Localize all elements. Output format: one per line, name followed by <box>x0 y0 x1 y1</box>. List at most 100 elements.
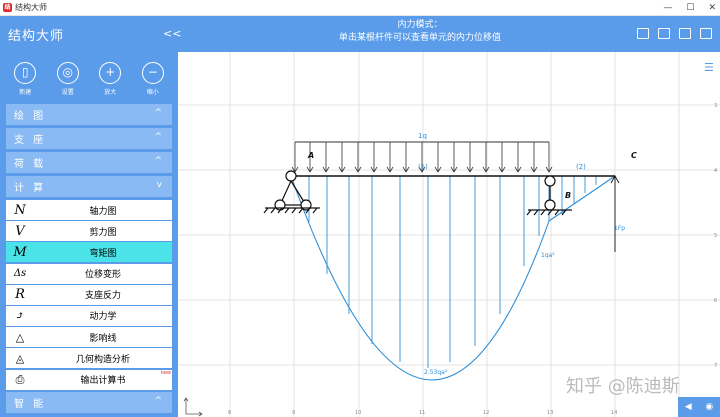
section-load[interactable]: 荷 载 ^ <box>6 152 172 173</box>
x-tick-label: 13 <box>547 410 553 416</box>
menu-item-label: 弯矩图 <box>89 248 117 259</box>
chevron-up-icon: ^ <box>154 156 162 166</box>
x-tick-label: 12 <box>483 410 489 416</box>
dynamics-icon: ⤴ <box>15 309 25 323</box>
graduation-cap-icon[interactable] <box>658 28 670 39</box>
section-support[interactable]: 支 座 ^ <box>6 128 172 149</box>
x-tick-label: 10 <box>355 410 361 416</box>
moment-line-cantilever <box>548 175 616 222</box>
section-support-label: 支 座 <box>14 135 47 146</box>
volume-icon[interactable]: ◀ <box>685 402 692 412</box>
zoom-out-icon: − <box>141 62 164 84</box>
drawing-canvas[interactable]: 8 9 10 11 12 13 14 3 4 5 6 7 1q A B C (1… <box>178 52 720 417</box>
zoom-out-label: 缩小 <box>146 89 159 96</box>
toolbar: ▯ 新建 ◎ 设置 + 放大 − 缩小 <box>0 52 178 104</box>
maximize-button[interactable]: ☐ <box>686 3 694 13</box>
grid <box>178 52 720 417</box>
chevron-up-icon: ^ <box>154 132 162 142</box>
menu-item-label: 轴力图 <box>89 206 117 217</box>
close-button[interactable]: ✕ <box>708 3 716 13</box>
collapse-sidebar-button[interactable]: << <box>163 27 181 40</box>
shear-force-icon: V <box>15 223 25 239</box>
influence-line-icon: △ <box>15 330 25 344</box>
menu-influence-line[interactable]: △ 影响线 <box>6 327 172 348</box>
settings-icon: ◎ <box>56 62 79 84</box>
app-logo-icon: 结 <box>3 3 12 12</box>
structure-diagram[interactable]: 8 9 10 11 12 13 14 3 4 5 6 7 1q A B C (1… <box>178 52 720 417</box>
settings-button[interactable]: ◎ 设置 <box>50 62 86 104</box>
new-label: 新建 <box>19 89 32 96</box>
element-1-label: (1) <box>418 163 428 171</box>
chevron-up-icon: ^ <box>154 108 162 118</box>
section-calc[interactable]: 计 算 v <box>6 176 172 197</box>
y-tick-label: 4 <box>714 168 717 174</box>
section-draw-label: 绘 图 <box>14 111 47 122</box>
y-tick-label: 5 <box>714 233 717 239</box>
watermark: 知乎 @陈迪斯 <box>566 376 680 397</box>
distributed-load-label: 1q <box>418 132 427 140</box>
app-header: 结构大师 << 内力模式： 单击某根杆件可以查看单元的内力位移值 <box>0 16 720 52</box>
minimize-button[interactable]: — <box>663 3 672 13</box>
chevron-down-icon: v <box>156 180 162 190</box>
node-c-label: C <box>631 151 637 160</box>
mode-title: 内力模式： 单击某根杆件可以查看单元的内力位移值 <box>180 19 660 45</box>
menu-item-label: 剪力图 <box>89 227 117 238</box>
node-b-label: B <box>565 191 571 200</box>
menu-axial-force[interactable]: N 轴力图 <box>6 200 172 220</box>
section-draw[interactable]: 绘 图 ^ <box>6 104 172 125</box>
point-load[interactable] <box>610 175 620 252</box>
zoom-out-button[interactable]: − 缩小 <box>135 62 171 104</box>
menu-dynamics[interactable]: ⤴ 动力学 <box>6 305 172 326</box>
y-tick-label: 7 <box>714 363 717 369</box>
section-smart[interactable]: 智 能 ^ <box>6 391 172 413</box>
menu-item-label: 输出计算书 <box>80 376 126 386</box>
moment-curve <box>290 175 550 381</box>
origin-axes-icon <box>183 397 203 417</box>
node-a-label: A <box>307 151 314 160</box>
zoom-in-button[interactable]: + 放大 <box>92 62 128 104</box>
menu-export-report[interactable]: ⎙ 输出计算书 new <box>6 369 172 390</box>
zoom-in-label: 放大 <box>104 89 117 96</box>
menu-item-label: 动力学 <box>89 312 117 323</box>
side-menu-icon[interactable]: ☰ <box>704 61 714 74</box>
menu-support-reaction[interactable]: R 支座反力 <box>6 284 172 305</box>
menu-shear-force[interactable]: V 剪力图 <box>6 221 172 242</box>
save-icon[interactable] <box>679 28 691 39</box>
mode-title-line1: 内力模式： <box>397 20 443 30</box>
view-controls: ◀ ◉ <box>678 397 720 417</box>
geometry-analysis-icon: ◬ <box>15 351 25 365</box>
section-smart-label: 智 能 <box>14 398 47 410</box>
menu-item-label: 位移变形 <box>84 270 121 281</box>
element-2-label: (2) <box>576 163 586 171</box>
y-tick-label: 6 <box>714 298 717 304</box>
support-reaction-icon: R <box>15 287 25 303</box>
folder-icon[interactable] <box>700 28 712 39</box>
point-load-label: 1Fp <box>614 225 625 232</box>
x-tick-label: 9 <box>292 410 295 416</box>
menu-bending-moment[interactable]: M 弯矩图 <box>6 242 172 263</box>
new-badge: new <box>160 369 171 376</box>
new-button[interactable]: ▯ 新建 <box>7 62 43 104</box>
moment-max-label: 2.53qa² <box>424 369 448 376</box>
eye-icon[interactable]: ◉ <box>705 402 713 412</box>
new-file-icon: ▯ <box>14 62 37 84</box>
x-tick-label: 14 <box>611 410 617 416</box>
moment-b-label: 1qa² <box>541 252 555 259</box>
mode-title-line2: 单击某根杆件可以查看单元的内力位移值 <box>338 33 501 43</box>
window-controls: — ☐ ✕ <box>663 0 716 16</box>
axial-force-icon: N <box>14 202 26 218</box>
briefcase-icon[interactable] <box>637 28 649 39</box>
support-a[interactable] <box>263 170 320 214</box>
menu-item-label: 影响线 <box>89 333 117 344</box>
bending-moment-icon: M <box>13 244 27 260</box>
sidebar: ▯ 新建 ◎ 设置 + 放大 − 缩小 绘 图 ^ 支 座 ^ 荷 载 ^ 计 … <box>0 52 178 417</box>
header-icons <box>637 28 712 39</box>
menu-geometric-analysis[interactable]: ◬ 几何构造分析 <box>6 348 172 369</box>
menu-displacement[interactable]: Δs 位移变形 <box>6 263 172 284</box>
section-load-label: 荷 载 <box>14 159 47 170</box>
export-report-icon: ⎙ <box>15 372 25 386</box>
displacement-icon: Δs <box>13 268 27 280</box>
app-name: 结构大师 <box>8 29 65 44</box>
section-calc-label: 计 算 <box>14 183 47 194</box>
settings-label: 设置 <box>61 89 74 96</box>
